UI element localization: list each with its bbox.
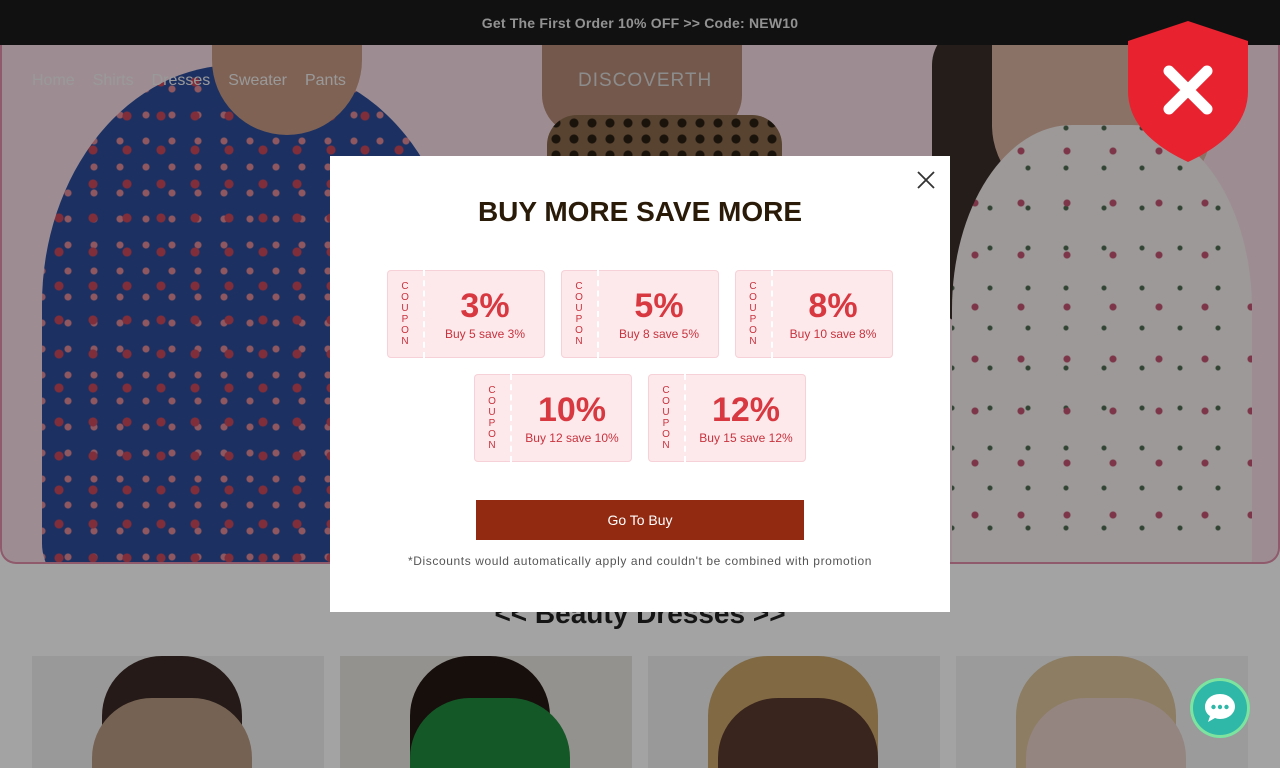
coupon-desc: Buy 12 save 10% [525,431,619,445]
coupon-stub: COUPON [648,374,686,462]
coupon-percent: 8% [808,287,858,325]
discount-note: *Discounts would automatically apply and… [407,554,873,568]
close-icon[interactable] [914,168,938,192]
promo-modal: BUY MORE SAVE MORE COUPON 3% Buy 5 save … [330,156,950,612]
chat-bubble-icon[interactable] [1190,678,1250,738]
coupon-percent: 5% [634,287,684,325]
coupon-desc: Buy 15 save 12% [699,431,793,445]
coupon-12[interactable]: COUPON 12% Buy 15 save 12% [648,374,806,462]
coupon-stub: COUPON [387,270,425,358]
coupon-stub: COUPON [561,270,599,358]
coupon-3[interactable]: COUPON 3% Buy 5 save 3% [387,270,545,358]
coupon-stub: COUPON [735,270,773,358]
coupon-10[interactable]: COUPON 10% Buy 12 save 10% [474,374,632,462]
coupon-percent: 10% [537,391,607,429]
coupon-8[interactable]: COUPON 8% Buy 10 save 8% [735,270,893,358]
go-to-buy-button[interactable]: Go To Buy [476,500,804,540]
modal-title: BUY MORE SAVE MORE [477,196,803,227]
shield-x-icon[interactable] [1126,19,1250,164]
coupon-desc: Buy 5 save 3% [444,327,526,341]
coupon-desc: Buy 8 save 5% [618,327,700,341]
coupon-5[interactable]: COUPON 5% Buy 8 save 5% [561,270,719,358]
coupon-percent: 12% [711,391,781,429]
coupon-desc: Buy 10 save 8% [789,327,877,341]
coupon-percent: 3% [460,287,510,325]
coupon-stub: COUPON [474,374,512,462]
